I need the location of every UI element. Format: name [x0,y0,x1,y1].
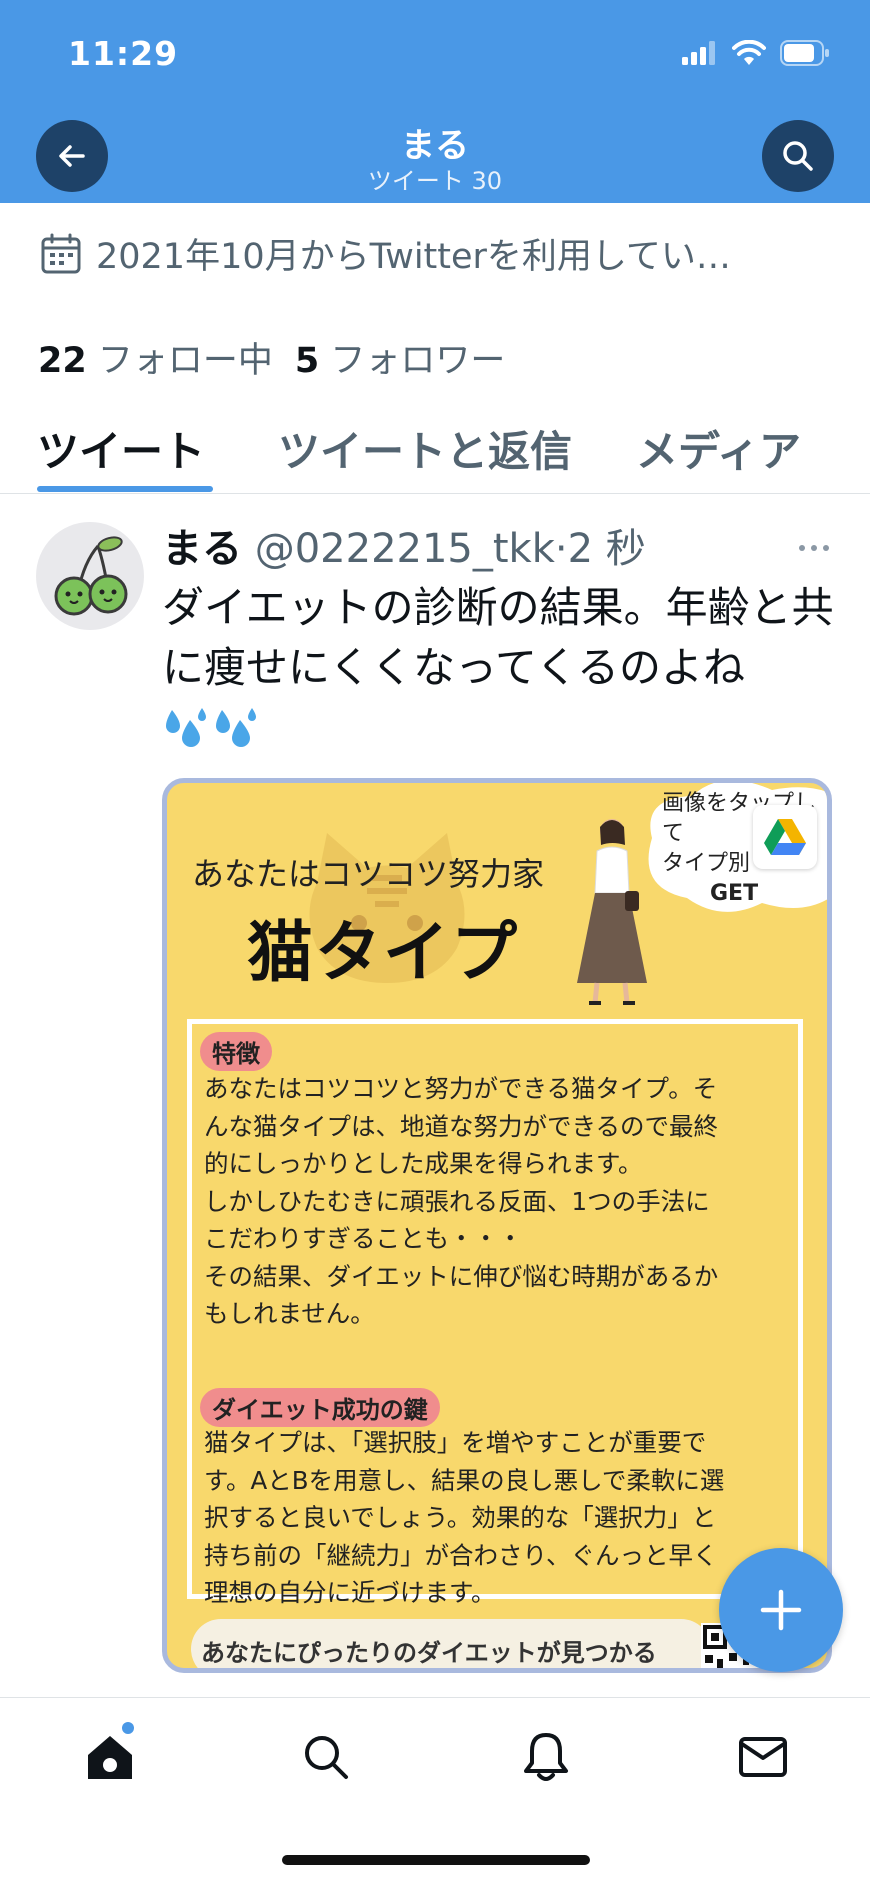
tweet-text-content: ダイエットの診断の結果。年齢と共に痩せにくくなってくるのよね [162,583,834,692]
result-box: 特徴 あなたはコツコツと努力ができる猫タイプ。そ んな猫タイプは、地道な努力がで… [187,1019,803,1607]
google-drive-badge [753,805,817,869]
tab-tweets-and-replies[interactable]: ツイートと返信 [278,418,572,479]
tweet-more-button[interactable] [798,538,830,557]
result-subtitle: あなたはコツコツ努力家 [192,855,545,893]
tweet-image[interactable]: あなたはコツコツ努力家 猫タイプ 画像をタップして タイプ別 GET 特徴 あな… [162,778,832,1673]
cherry-avatar-icon [54,536,128,616]
success-key-text: 猫タイプは、「選択肢」を増やすことが重要で す。AとBを用意し、結果の良し悪しで… [204,1428,725,1607]
tweet-text: ダイエットの診断の結果。年齢と共に痩せにくくなってくるのよね [162,578,842,758]
nav-home[interactable] [80,1727,140,1787]
home-icon [88,1736,132,1779]
tab-media[interactable]: メディア [636,418,801,479]
followers-count: 5 [294,341,320,381]
following-link[interactable]: 22 フォロー中 [38,341,273,381]
tweet-header: まる @0222215_tkk·2 秒 [162,516,646,574]
page-title: まる [401,126,469,166]
feature-label: 特徴 [200,1032,272,1071]
compose-tweet-button[interactable] [719,1548,843,1672]
tweet-author-name[interactable]: まる [162,526,242,572]
calendar-icon [41,233,81,273]
tweet-author-handle[interactable]: @0222215_tkk [255,526,555,572]
following-count: 22 [38,341,87,381]
tabs-divider [0,493,870,494]
avatar[interactable] [36,522,144,630]
profile-header: 11:29 まる ツイート 30 [0,0,870,203]
more-icon [799,545,829,551]
success-key-label: ダイエット成功の鍵 [200,1388,440,1427]
follow-stats: 22 フォロー中 5 フォロワー [38,332,505,383]
home-notification-dot [122,1722,134,1734]
search-icon [305,1736,348,1779]
google-drive-icon [764,819,806,855]
search-icon [783,141,813,171]
nav-notifications[interactable] [516,1727,576,1787]
mail-icon [739,1737,787,1777]
signal-icon [682,41,715,65]
bottom-nav-divider [0,1697,870,1698]
followers-link[interactable]: 5 フォロワー [295,341,506,381]
sweat-drops-icon [216,708,256,747]
tweet-count: ツイート 30 [367,167,503,195]
sweat-drops-icon [166,708,206,747]
following-label: フォロー中 [97,341,273,381]
cloud-line-3: GET [710,881,759,906]
wifi-icon [732,40,766,65]
status-time: 11:29 [68,34,179,73]
join-date: 2021年10月からTwitterを利用してい… [40,228,731,279]
footer-banner: あなたにぴったりのダイエットが見つかる [191,1619,711,1668]
tab-tweets[interactable]: ツイート [37,418,205,479]
result-title: 猫タイプ [247,914,519,991]
home-indicator[interactable] [282,1855,590,1865]
nav-messages[interactable] [733,1727,793,1787]
tweet-time: ·2 秒 [554,526,646,572]
battery-icon [780,40,829,66]
feature-text: あなたはコツコツと努力ができる猫タイプ。そ んな猫タイプは、地道な努力ができるの… [204,1074,719,1328]
compose-plus-icon [760,1589,802,1631]
active-tab-indicator [37,486,213,492]
join-date-text: 2021年10月からTwitterを利用してい… [96,237,731,277]
followers-label: フォロワー [330,341,506,381]
nav-search[interactable] [296,1727,356,1787]
search-button[interactable] [762,120,834,192]
bell-icon [524,1733,568,1781]
status-icons [682,40,830,66]
